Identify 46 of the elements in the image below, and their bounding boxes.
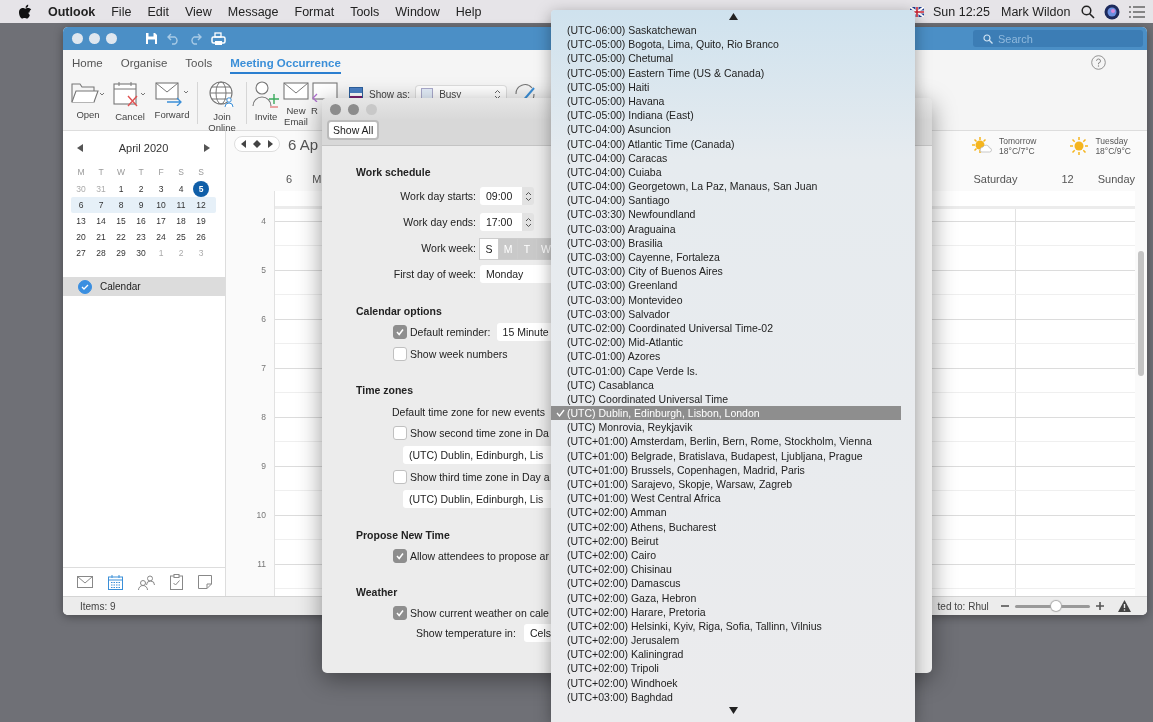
section-heading: Weather (356, 585, 398, 600)
field-label: Default time zone for new events (392, 406, 545, 418)
hour-label: 5 (261, 264, 266, 277)
checkbox-label: Show current weather on cale (410, 607, 549, 619)
section-heading: Calendar options (356, 304, 442, 319)
weekday-label: M (77, 167, 85, 177)
day-name: Sunday (1097, 172, 1135, 185)
field-label: First day of week: (392, 268, 477, 280)
hour-label: 8 (261, 411, 266, 424)
field-label: Work day ends: (402, 216, 477, 228)
calendar-title: 6 Ap (288, 136, 319, 153)
field-label: Work week: (420, 242, 477, 254)
checkbox-label: Default reminder: (410, 326, 491, 338)
connection-status: ted to: Rhul (937, 600, 989, 612)
hour-label: 10 (256, 509, 266, 522)
day-name: Saturday (973, 172, 1018, 185)
hour-label: 4 (261, 215, 266, 228)
section-heading: Work schedule (356, 165, 431, 180)
hour-label: 6 (261, 313, 266, 326)
show-as-label: Show as: (369, 88, 411, 100)
weekday-label: T (98, 167, 104, 177)
weekday-label: F (158, 167, 164, 177)
checkbox-label: Show third time zone in Day a (410, 471, 550, 483)
weekday-label: T (138, 167, 144, 177)
weather-day: Tomorrow (999, 135, 1037, 146)
weekday-label: W (117, 167, 125, 177)
field-label: Show temperature in: (416, 627, 517, 639)
hour-label: 11 (257, 558, 266, 571)
checkbox-label: Allow attendees to propose ar (410, 550, 549, 562)
day-name: M (312, 172, 322, 185)
checkbox-label: Show week numbers (410, 348, 508, 360)
section-heading: Time zones (356, 383, 413, 398)
status-text: Items: 9 (80, 600, 116, 612)
hour-label: 7 (261, 362, 266, 375)
month-title: April 2020 (118, 142, 169, 154)
weekday-label: S (178, 167, 184, 177)
weather-temperature: 18°C/9°C (1095, 145, 1131, 156)
day-number: 6 (286, 172, 293, 185)
day-number: 12 (1061, 172, 1074, 185)
weekday-label: S (198, 167, 204, 177)
checkbox-label: Show second time zone in Da (410, 427, 549, 439)
section-heading: Propose New Time (356, 528, 450, 543)
weather-day: Tuesday (1095, 135, 1131, 146)
hour-label: 9 (261, 460, 266, 473)
weather-temperature: 18°C/7°C (999, 145, 1036, 156)
field-label: Work day starts: (399, 190, 477, 202)
